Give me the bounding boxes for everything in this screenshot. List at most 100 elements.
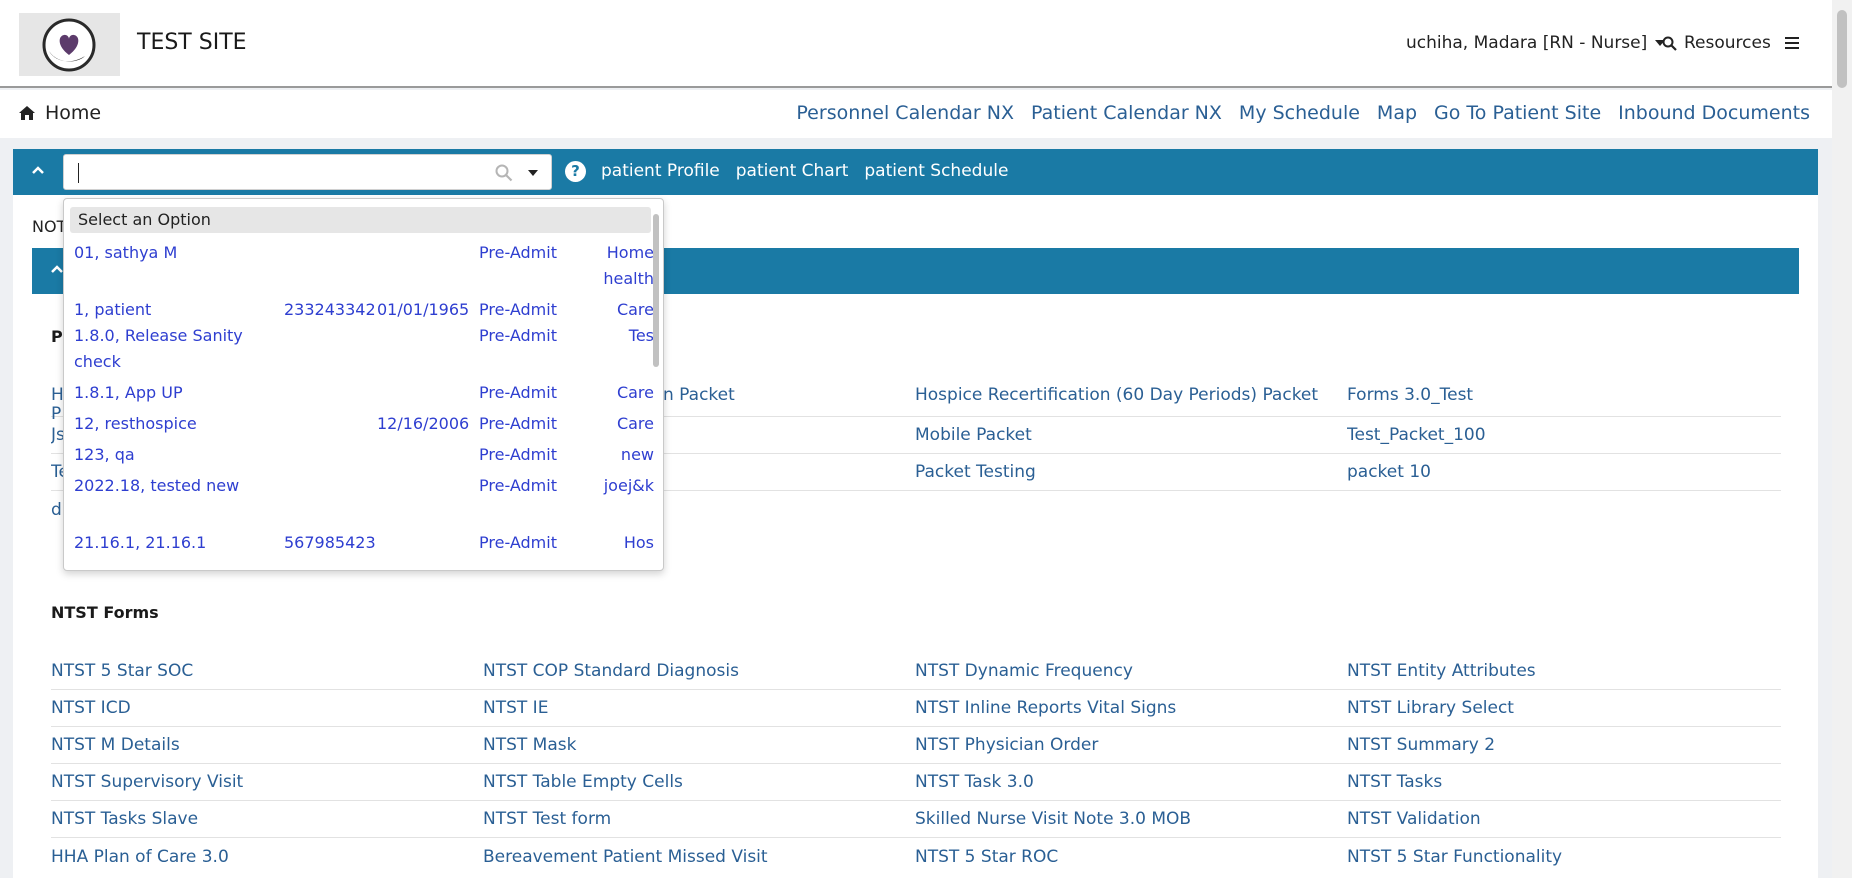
patient-option-status: Pre-Admit [479,243,557,262]
nav-link-patient-calendar[interactable]: Patient Calendar NX [1031,102,1222,124]
search-icon [495,164,513,182]
patient-option-status: Pre-Admit [479,533,557,552]
nav-links: Personnel Calendar NX Patient Calendar N… [796,102,1810,124]
form-link[interactable]: NTST Task 3.0 [915,772,1347,792]
ntst-forms-grid: NTST 5 Star SOC NTST COP Standard Diagno… [51,653,1781,875]
packet-link[interactable]: Forms 3.0_Test [1347,385,1781,405]
patient-option-name: 123, qa [74,445,135,464]
form-link[interactable]: NTST Table Empty Cells [483,772,915,792]
patient-option-name: 2022.18, tested new [74,476,240,495]
patient-profile-link[interactable]: patient Profile [601,161,720,181]
packet-link-continued[interactable]: P [51,404,61,424]
chevron-down-icon[interactable] [528,170,538,176]
user-menu[interactable]: uchiha, Madara [RN - Nurse] [1406,33,1666,53]
table-row: HHA Plan of Care 3.0 Bereavement Patient… [51,838,1781,875]
nav-link-inbound-documents[interactable]: Inbound Documents [1618,102,1810,124]
form-link[interactable]: NTST Physician Order [915,735,1347,755]
patient-search-bar: ? patient Profile patient Chart patient … [13,149,1818,195]
packet-link[interactable]: Mobile Packet [915,425,1347,445]
patient-option-name: 21.16.1, 21.16.1 [74,533,207,552]
table-row: NTST ICD NTST IE NTST Inline Reports Vit… [51,690,1781,727]
nav-link-map[interactable]: Map [1377,102,1417,124]
form-link[interactable]: NTST Inline Reports Vital Signs [915,698,1347,718]
patient-option-status: Pre-Admit [479,326,557,345]
chevron-up-icon[interactable] [31,165,45,175]
patient-chart-link[interactable]: patient Chart [736,161,849,181]
form-link[interactable]: NTST Mask [483,735,915,755]
table-row: NTST Supervisory Visit NTST Table Empty … [51,764,1781,801]
page-scrollbar-thumb[interactable] [1837,10,1847,88]
home-label: Home [45,102,102,124]
form-link[interactable]: NTST Summary 2 [1347,735,1781,755]
form-link[interactable]: NTST 5 Star SOC [51,661,483,681]
table-row: NTST Tasks Slave NTST Test form Skilled … [51,801,1781,838]
form-link[interactable]: Skilled Nurse Visit Note 3.0 MOB [915,809,1347,829]
patient-search-input[interactable] [63,154,552,190]
patient-option-program: Care [616,300,654,319]
packet-link[interactable]: Packet Testing [915,462,1347,482]
patient-option-status: Pre-Admit [479,300,557,319]
nav-link-patient-site[interactable]: Go To Patient Site [1434,102,1601,124]
table-row: NTST M Details NTST Mask NTST Physician … [51,727,1781,764]
patient-option-program: Care [616,414,654,433]
patient-option-name: 01, sathya M [74,243,178,262]
form-link[interactable]: NTST 5 Star ROC [915,847,1347,867]
form-link[interactable]: NTST Dynamic Frequency [915,661,1347,681]
patient-option-program: Care [616,383,654,402]
dropdown-placeholder-option[interactable]: Select an Option [70,207,651,233]
form-link[interactable]: NTST 5 Star Functionality [1347,847,1781,867]
nav-link-my-schedule[interactable]: My Schedule [1239,102,1360,124]
form-link[interactable]: NTST Entity Attributes [1347,661,1781,681]
patient-option-program: Home health [603,243,654,288]
patient-option-dob: 01/01/1965 [377,300,470,319]
help-icon[interactable]: ? [565,161,586,182]
patient-option-program: new [620,445,654,464]
patient-option-status: Pre-Admit [479,445,557,464]
patient-option-status: Pre-Admit [479,383,557,402]
form-link[interactable]: NTST Tasks [1347,772,1781,792]
patient-option-name: 12, resthospice [74,414,197,433]
packet-link[interactable]: Hospice Recertification (60 Day Periods)… [915,385,1347,405]
patient-option-status: Pre-Admit [479,414,557,433]
nav-link-personnel-calendar[interactable]: Personnel Calendar NX [796,102,1014,124]
ntst-forms-heading: NTST Forms [51,603,159,622]
text-cursor [78,163,79,183]
patient-option-program: Hos [623,533,654,552]
packet-link[interactable]: Test_Packet_100 [1347,425,1781,445]
packet-link[interactable]: packet 10 [1347,462,1781,482]
main-navbar: Home Personnel Calendar NX Patient Calen… [0,90,1832,138]
patient-option-program: joej&k [603,476,654,495]
site-title: TEST SITE [137,30,247,55]
form-link[interactable]: NTST COP Standard Diagnosis [483,661,915,681]
patient-option-mrn: 233243342 [284,300,376,319]
form-link[interactable]: Bereavement Patient Missed Visit [483,847,915,867]
home-icon [19,106,35,120]
search-icon [1662,36,1677,51]
form-link[interactable]: HHA Plan of Care 3.0 [51,847,483,867]
patient-schedule-link[interactable]: patient Schedule [864,161,1008,181]
form-link[interactable]: NTST Tasks Slave [51,809,483,829]
chevron-up-icon[interactable] [50,264,64,274]
patient-option-name: 1, patient [74,300,152,319]
dropdown-scrollbar[interactable] [653,214,659,367]
patient-option-program: Tes [628,326,654,345]
form-link[interactable]: NTST IE [483,698,915,718]
patient-option-mrn: 567985423 [284,533,376,552]
patient-option-name: 1.8.0, Release Sanity check [74,326,243,371]
form-link[interactable]: NTST Library Select [1347,698,1781,718]
home-link[interactable]: Home [19,102,101,124]
resources-link[interactable]: Resources [1662,33,1771,53]
form-link[interactable]: NTST Supervisory Visit [51,772,483,792]
site-logo[interactable] [19,13,120,76]
form-link[interactable]: NTST Test form [483,809,915,829]
notice-text: NOT [32,217,67,236]
heart-hands-logo-icon [42,18,96,72]
resources-label: Resources [1684,33,1771,53]
patient-select-dropdown[interactable]: Select an Option 01, sathya M Pre-Admit … [63,198,664,571]
form-link[interactable]: NTST Validation [1347,809,1781,829]
table-row: NTST 5 Star SOC NTST COP Standard Diagno… [51,653,1781,690]
page-scrollbar[interactable] [1832,0,1852,878]
form-link[interactable]: NTST ICD [51,698,483,718]
form-link[interactable]: NTST M Details [51,735,483,755]
hamburger-menu-icon[interactable] [1785,37,1799,52]
